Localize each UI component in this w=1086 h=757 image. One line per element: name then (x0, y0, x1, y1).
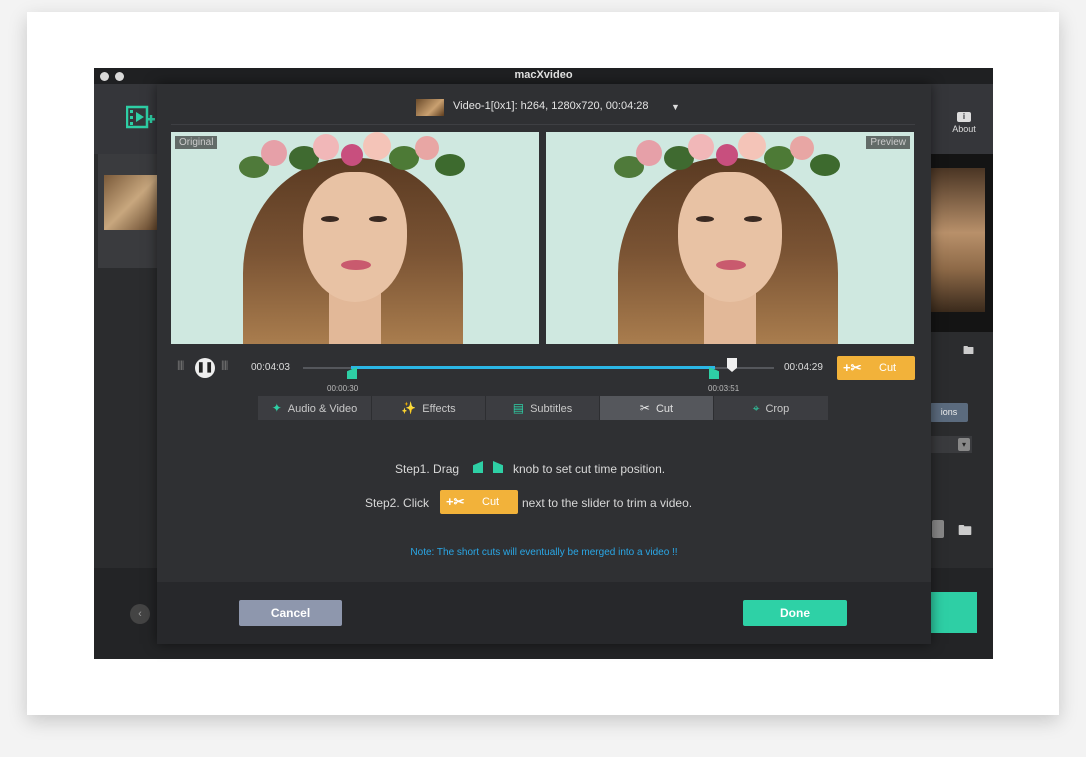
chevron-down-icon[interactable]: ▼ (671, 102, 680, 112)
eye (744, 216, 762, 222)
tab-effects[interactable]: ✨ Effects (372, 396, 486, 420)
step1-text: Step1. Drag (395, 462, 460, 476)
cut-button[interactable]: +✂ Cut (837, 356, 915, 380)
divider (171, 124, 915, 125)
dialog-footer: Cancel Done (157, 582, 931, 644)
add-scissors-icon: +✂ (843, 360, 862, 375)
eye (369, 216, 387, 222)
wand-icon: ✦ (271, 401, 282, 415)
original-label: Original (175, 136, 218, 149)
output-folder-icon[interactable]: 🖿 (958, 520, 972, 544)
trim-start-time: 00:00:30 (327, 384, 359, 393)
edit-tabs: ✦ Audio & Video ✨ Effects ▤ Subtitles ✂ Cut … (258, 396, 830, 420)
step2-text: Step2. Click (365, 496, 430, 510)
app-window: macXvideo i About 🖿 ions ▾ 🖿 ‹ Video-1[0… (94, 68, 993, 659)
scissors-icon: ✂ (639, 401, 650, 415)
playhead[interactable] (727, 358, 737, 372)
video-thumbnail (416, 99, 444, 116)
original-video: Original (171, 132, 539, 344)
crop-icon: ⌖ (752, 401, 760, 415)
left-knob-icon (473, 461, 483, 473)
subtitle-icon: ▤ (512, 401, 525, 415)
options-button[interactable]: ions (930, 403, 968, 422)
preview-thumbnail (930, 168, 985, 312)
preview-video: Preview (546, 132, 914, 344)
flower-wreath (229, 132, 479, 196)
cut-label: Cut (482, 496, 500, 508)
current-time: 00:04:03 (251, 362, 290, 373)
cut-instructions: Step1. Drag knob to set cut time positio… (157, 420, 931, 582)
back-arrow-icon[interactable]: ‹ (130, 604, 150, 624)
pause-button[interactable]: ❚❚ (195, 358, 215, 378)
tab-crop[interactable]: ⌖ Crop (714, 396, 828, 420)
lips (716, 260, 746, 270)
add-scissors-icon: +✂ (446, 494, 465, 509)
sparkle-icon: ✨ (401, 401, 417, 415)
tab-label: Subtitles (530, 403, 573, 415)
cancel-button[interactable]: Cancel (239, 600, 342, 626)
grip-icon: |||| (221, 360, 228, 371)
info-icon: i (957, 112, 971, 122)
preview-label: Preview (866, 136, 910, 149)
done-button[interactable]: Done (743, 600, 847, 626)
tab-cut[interactable]: ✂ Cut (600, 396, 714, 420)
right-knob-icon (493, 461, 503, 473)
about-label: About (952, 124, 976, 134)
flower-wreath (604, 132, 854, 196)
tab-label: Crop (765, 403, 790, 415)
trim-range (351, 366, 715, 369)
dropdown-arrow-icon[interactable]: ▾ (958, 438, 970, 451)
tab-label: Audio & Video (287, 403, 358, 415)
add-video-icon[interactable] (126, 104, 156, 130)
video-list-thumbnail[interactable] (104, 175, 160, 230)
eye (696, 216, 714, 222)
step2-text-end: next to the slider to trim a video. (522, 496, 693, 510)
title-bar: macXvideo (94, 68, 993, 84)
cut-button-illustration: +✂ Cut (440, 490, 518, 514)
about-button[interactable]: i About (946, 112, 982, 134)
trim-end-time: 00:03:51 (708, 384, 740, 393)
edit-dialog: Video-1[0x1]: h264, 1280x720, 00:04:28 ▼ (157, 84, 931, 644)
video-selector[interactable]: Video-1[0x1]: h264, 1280x720, 00:04:28 ▼ (157, 84, 931, 124)
grip-icon: |||| (177, 360, 184, 371)
stepper-control[interactable] (932, 520, 944, 538)
eye (321, 216, 339, 222)
run-button[interactable] (930, 592, 977, 633)
tab-label: Cut (655, 403, 674, 415)
tab-audio-video[interactable]: ✦ Audio & Video (258, 396, 372, 420)
window-title: macXvideo (514, 69, 573, 81)
tab-label: Effects (422, 403, 456, 415)
tab-subtitles[interactable]: ▤ Subtitles (486, 396, 600, 420)
step1-text-end: knob to set cut time position. (513, 462, 666, 476)
folder-icon[interactable]: 🖿 (963, 342, 974, 361)
merge-note: Note: The short cuts will eventually be … (410, 547, 678, 558)
cut-button-label: Cut (879, 362, 897, 374)
video-info: Video-1[0x1]: h264, 1280x720, 00:04:28 (453, 100, 649, 112)
end-time: 00:04:29 (784, 362, 823, 373)
lips (341, 260, 371, 270)
